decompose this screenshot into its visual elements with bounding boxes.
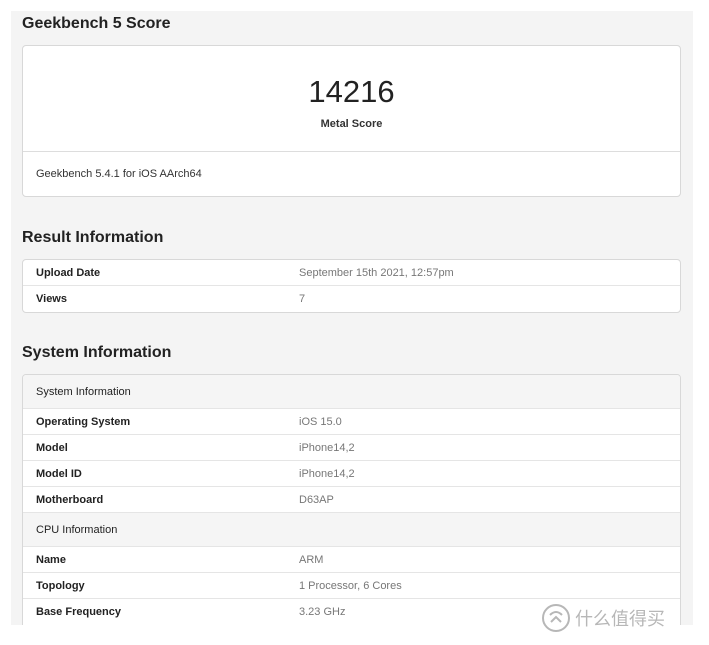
- cpu-name-label: Name: [36, 554, 66, 566]
- cpu-name-value: ARM: [299, 554, 324, 566]
- table-row: Topology 1 Processor, 6 Cores: [23, 573, 680, 599]
- system-info-table: System Information Operating System iOS …: [22, 374, 681, 625]
- geekbench-result-page: Geekbench 5 Score 14216 Metal Score Geek…: [11, 11, 693, 625]
- motherboard-label: Motherboard: [36, 494, 104, 506]
- score-card: 14216 Metal Score Geekbench 5.4.1 for iO…: [22, 45, 681, 197]
- system-section-title: System Information: [22, 344, 172, 361]
- score-panel: 14216 Metal Score: [23, 46, 680, 152]
- table-row: Views 7: [23, 286, 680, 312]
- result-info-table: Upload Date September 15th 2021, 12:57pm…: [22, 259, 681, 313]
- upload-date-label: Upload Date: [36, 267, 101, 279]
- topology-value: 1 Processor, 6 Cores: [299, 580, 402, 592]
- cpu-info-group-heading: CPU Information: [23, 513, 680, 547]
- motherboard-value: D63AP: [299, 494, 334, 506]
- views-value: 7: [299, 293, 306, 305]
- table-row: Upload Date September 15th 2021, 12:57pm: [23, 260, 680, 286]
- system-info-group-heading: System Information: [23, 375, 680, 409]
- operating-system-value: iOS 15.0: [299, 416, 342, 428]
- screenshot-page: Geekbench 5 Score 14216 Metal Score Geek…: [0, 0, 709, 645]
- model-value: iPhone14,2: [299, 442, 355, 454]
- smzdm-logo-icon: [542, 604, 570, 632]
- score-section-title: Geekbench 5 Score: [22, 15, 171, 32]
- watermark-text: 什么值得买: [575, 609, 665, 630]
- model-label: Model: [36, 442, 68, 454]
- operating-system-label: Operating System: [36, 416, 131, 428]
- metal-score-label: Metal Score: [320, 118, 383, 130]
- views-label: Views: [36, 293, 67, 305]
- upload-date-value: September 15th 2021, 12:57pm: [299, 267, 454, 279]
- topology-label: Topology: [36, 580, 85, 592]
- model-id-value: iPhone14,2: [299, 468, 355, 480]
- base-frequency-value: 3.23 GHz: [299, 606, 346, 618]
- model-id-label: Model ID: [36, 468, 82, 480]
- benchmark-version: Geekbench 5.4.1 for iOS AArch64: [36, 168, 202, 180]
- result-section-title: Result Information: [22, 229, 164, 246]
- base-frequency-label: Base Frequency: [36, 606, 121, 618]
- table-row: Operating System iOS 15.0: [23, 409, 680, 435]
- table-row: Motherboard D63AP: [23, 487, 680, 513]
- watermark: 什么值得买: [541, 601, 665, 635]
- table-row: Model ID iPhone14,2: [23, 461, 680, 487]
- metal-score-value: 14216: [308, 74, 395, 109]
- table-row: Model iPhone14,2: [23, 435, 680, 461]
- table-row: Name ARM: [23, 547, 680, 573]
